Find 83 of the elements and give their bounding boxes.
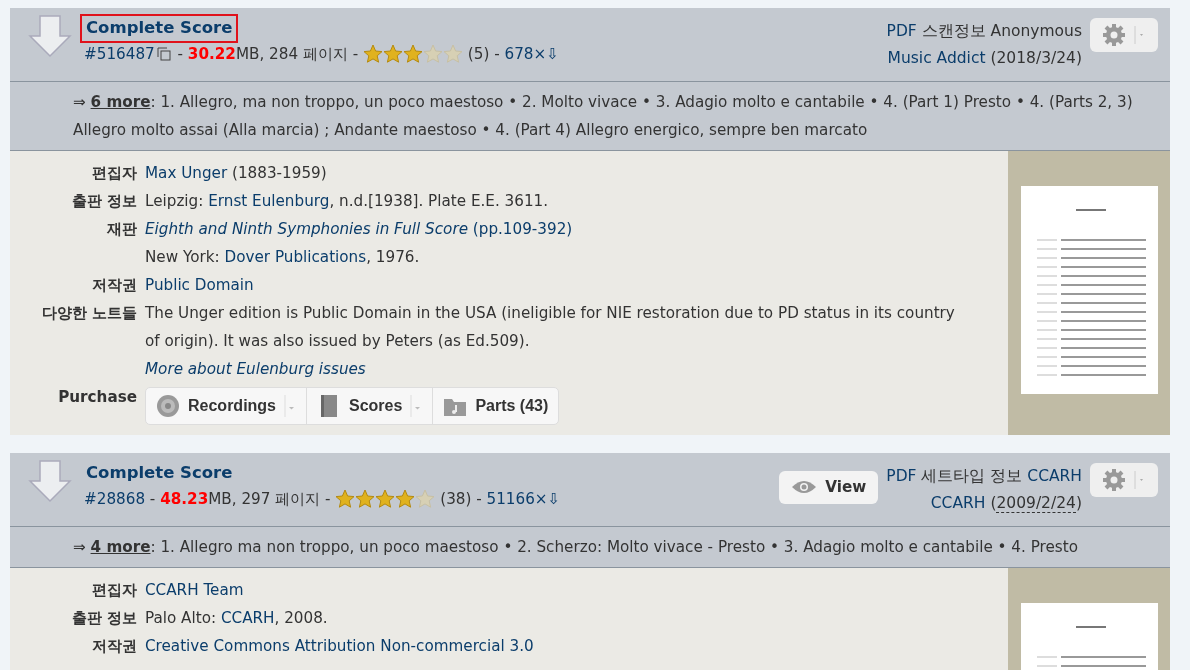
copy-icon	[156, 47, 171, 62]
download-arrow-icon	[28, 14, 72, 58]
info-text: (5) -	[466, 43, 501, 65]
text-link[interactable]: PDF	[886, 22, 917, 40]
field-label: 재판	[106, 219, 137, 240]
caret-icon	[1134, 471, 1146, 489]
gear-icon	[1102, 468, 1126, 492]
eye-icon	[791, 479, 818, 496]
field-label: 편집자	[91, 580, 137, 601]
star-icon	[335, 489, 356, 510]
file-size: 30.22	[187, 43, 236, 65]
info-text: 세트타입 정보	[920, 467, 1024, 485]
info-text: Palo Alto:	[145, 609, 218, 627]
settings-button[interactable]	[1090, 463, 1158, 497]
text-link[interactable]: (pp.109-392)	[468, 220, 573, 238]
text-link[interactable]: Dover Publications	[224, 248, 367, 266]
caret-icon	[1134, 26, 1146, 44]
text-link[interactable]: Eighth and Ninth Symphonies in Full Score	[145, 220, 468, 238]
star-icon	[355, 489, 376, 510]
star-icon	[395, 489, 416, 510]
star-icon	[415, 489, 436, 510]
info-text: (2018/3/24)	[989, 49, 1082, 67]
text-link[interactable]: CCARH	[1027, 467, 1082, 485]
info-text: )	[1075, 494, 1082, 512]
text-link[interactable]: CCARH	[220, 609, 275, 627]
info-text: (	[989, 494, 997, 512]
field-label: 출판 정보	[70, 608, 137, 629]
field-label: Purchase	[57, 387, 137, 408]
info-text: (1883-1959)	[231, 164, 327, 182]
purchase-button[interactable]: Scores	[307, 388, 434, 424]
star-icon	[423, 44, 444, 65]
text-link[interactable]: CCARH Team	[145, 581, 244, 599]
download-arrow-icon	[28, 459, 72, 503]
caret-icon	[410, 395, 423, 417]
star-icon	[443, 44, 464, 65]
text-link[interactable]: #28868	[84, 487, 146, 511]
upload-date: 2009/2/24	[996, 494, 1076, 513]
text-link[interactable]: Creative Commons Attribution Non-commercial 3.0	[145, 637, 534, 655]
purchase-button[interactable]: Recordings	[146, 388, 307, 424]
purchase-button[interactable]: Parts (43)	[433, 388, 559, 424]
view-button[interactable]: View	[779, 471, 879, 504]
gear-icon	[1102, 23, 1126, 47]
movement-list: ⇒ 4 more: 1. Allegro ma non troppo, un poco maestoso • 2. Scherzo: Molto vivace - Presto • 3. Adagio molto e cantabile • 4. Presto	[10, 527, 1170, 568]
info-text: (38) -	[439, 488, 483, 510]
more-link[interactable]: 6 more	[90, 93, 151, 111]
info-text: MB, 297 페이지 -	[208, 488, 332, 510]
star-icon	[375, 489, 396, 510]
star-icon	[363, 44, 384, 65]
info-text: -	[176, 43, 184, 65]
text-link[interactable]: Music Addict	[887, 49, 986, 67]
star-icon	[403, 44, 424, 65]
text-link[interactable]: PDF	[886, 467, 917, 485]
star-icon	[383, 44, 404, 65]
settings-button[interactable]	[1090, 18, 1158, 52]
text-link[interactable]: CCARH	[930, 494, 986, 512]
info-text: , n.d.[1938]. Plate E.E. 3611.	[329, 192, 549, 210]
info-text: MB, 284 페이지 -	[235, 43, 360, 65]
field-label: 저작권	[91, 636, 137, 657]
field-label: 편집자	[91, 163, 137, 184]
text-link[interactable]: More about Eulenburg issues	[145, 360, 366, 378]
text-link[interactable]: #516487	[84, 42, 155, 66]
file-title-link[interactable]: Complete Score	[80, 14, 239, 43]
field-label: 출판 정보	[70, 191, 137, 212]
text-link[interactable]: 678×⇩	[504, 42, 559, 66]
movement-list: ⇒ 6 more: 1. Allegro, ma non troppo, un poco maestoso • 2. Molto vivace • 3. Adagio molto e cantabile • 4. (Part 1) Presto • 4. (Parts 2, 3) Allegro molto assai (Alla marcia) ; Andante maestoso • 4. (Part 4) Allegro energico, sempre ben marcato	[10, 82, 1170, 151]
info-text: , 2008.	[274, 609, 328, 627]
text-link[interactable]: Public Domain	[145, 276, 254, 294]
info-text: , 1976.	[366, 248, 420, 266]
file-title-link[interactable]: Complete Score	[80, 459, 239, 488]
more-link[interactable]: 4 more	[90, 538, 151, 556]
field-label: 저작권	[91, 275, 137, 296]
text-link[interactable]: Max Unger	[145, 164, 228, 182]
text-link[interactable]: Ernst Eulenburg	[208, 192, 330, 210]
file-size: 48.23	[160, 488, 209, 510]
info-text: Leipzig:	[145, 192, 205, 210]
info-text: -	[148, 488, 157, 510]
caret-icon	[284, 395, 296, 417]
text-link[interactable]: 51166×⇩	[486, 487, 561, 511]
disc-icon	[156, 394, 180, 418]
info-text: New York:	[145, 248, 221, 266]
field-label: 다양한 노트들	[40, 303, 137, 324]
info-text: The Unger edition is Public Domain in the USA (ineligible for NIE restoration due to PD status in its country of origin). It was also issued by Peters (as Ed.509).	[145, 304, 955, 350]
info-text: 스캔정보 Anonymous	[920, 22, 1082, 40]
